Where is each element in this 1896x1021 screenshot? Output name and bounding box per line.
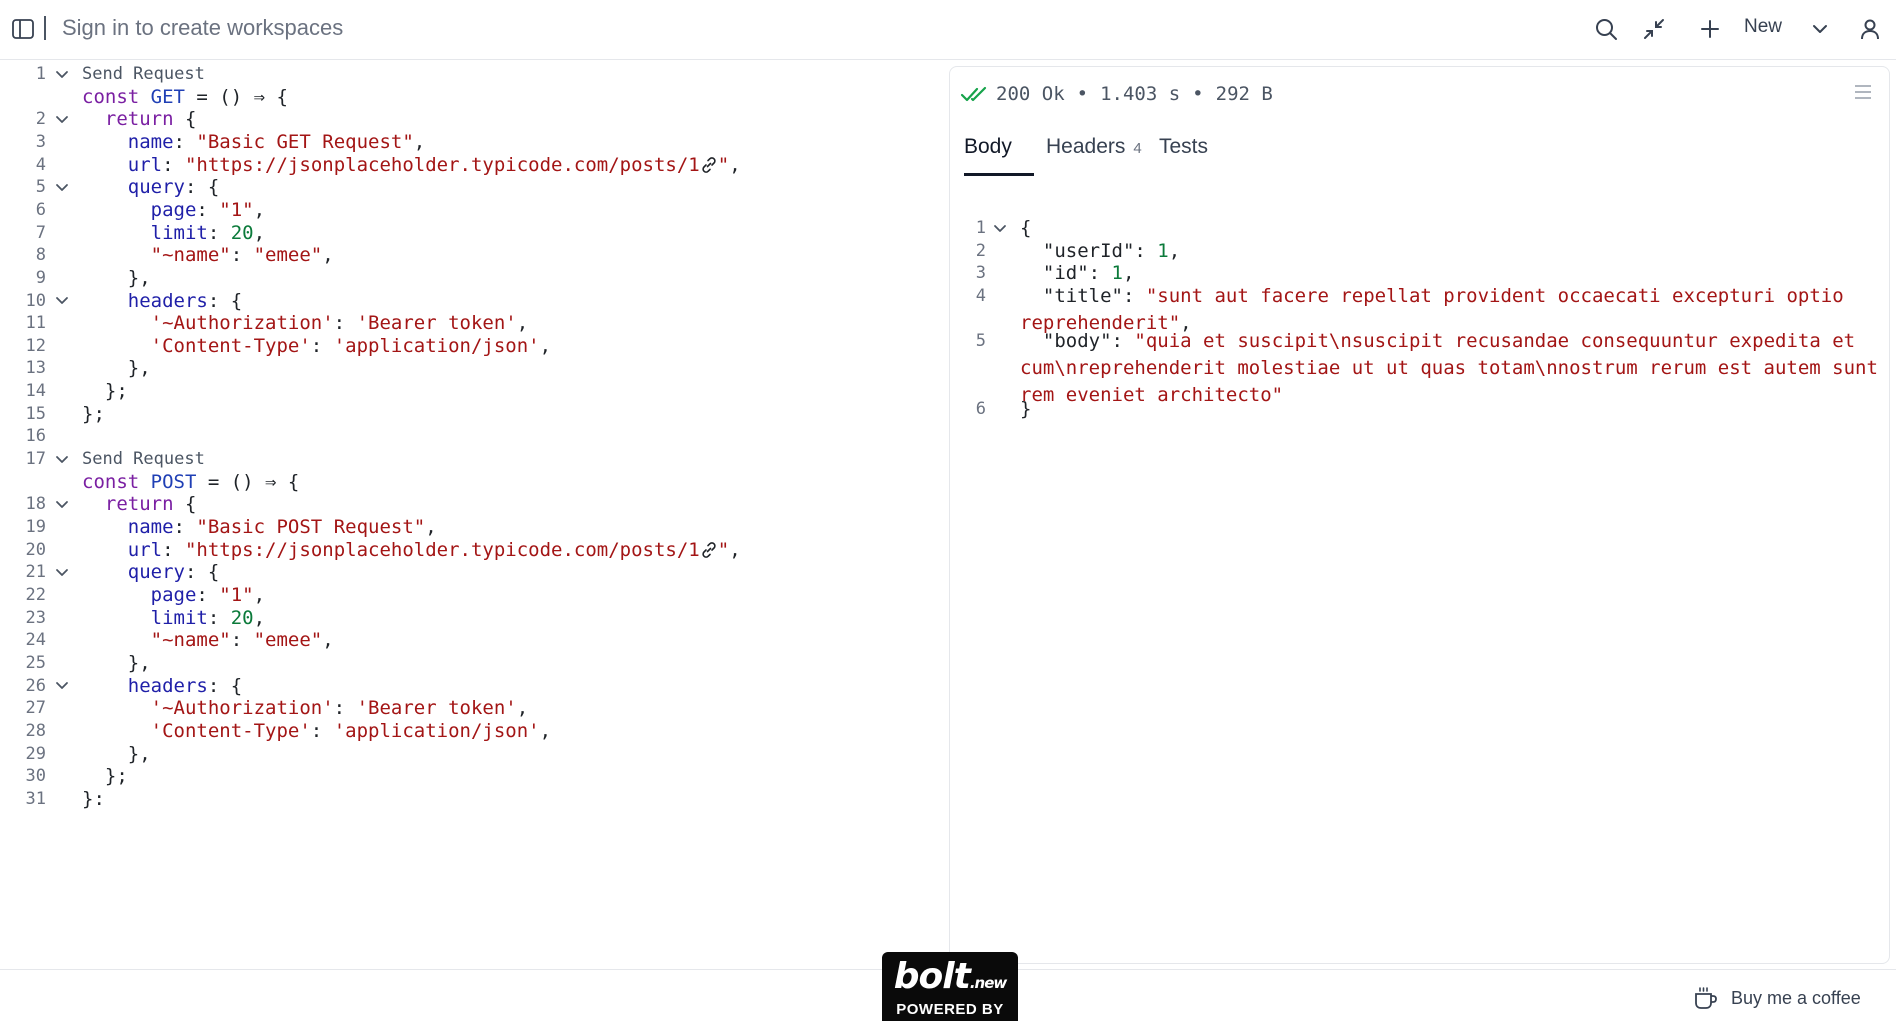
chevron-down-icon[interactable] [1805, 14, 1835, 44]
link-icon[interactable] [700, 541, 718, 559]
tab-headers[interactable]: Headers 4 [1046, 135, 1142, 159]
search-icon[interactable] [1591, 14, 1621, 44]
user-icon[interactable] [1855, 14, 1885, 44]
title-divider [44, 16, 46, 40]
line-number: 4 [975, 285, 986, 306]
powered-by-label: POWERED BY [896, 1001, 1004, 1018]
top-bar: Sign in to create workspaces New [0, 0, 1896, 60]
json-line: 4 "title": "sunt aut facere repellat pro… [950, 283, 1880, 334]
code-line: 31}: [0, 786, 945, 813]
active-tab-indicator [964, 173, 1034, 176]
status-separator: • [1076, 83, 1089, 105]
sidebar-toggle-icon[interactable] [10, 16, 36, 42]
buy-coffee-label: Buy me a coffee [1731, 987, 1861, 1008]
headers-count-badge: 4 [1133, 140, 1142, 157]
bolt-badge[interactable]: bolt.new POWERED BY [882, 952, 1018, 1021]
collapse-icon[interactable] [1639, 14, 1669, 44]
plus-icon[interactable] [1695, 14, 1725, 44]
line-number: 31 [25, 788, 46, 809]
status-code: 200 Ok [996, 83, 1065, 105]
status-separator: • [1192, 83, 1204, 105]
link-icon[interactable] [700, 156, 718, 174]
line-number: 5 [975, 331, 986, 352]
response-size: 292 B [1215, 83, 1273, 105]
coffee-cup-icon [1695, 987, 1717, 1009]
json-line: 5 "body": "quia et suscipit\nsuscipit re… [950, 328, 1880, 406]
menu-icon[interactable] [1853, 83, 1877, 107]
code-text: }: [82, 787, 105, 810]
request-editor[interactable]: 1 Send Request const GET = () ⇒ {2 return … [0, 61, 945, 969]
tab-tests[interactable]: Tests [1159, 135, 1208, 159]
bolt-logo: bolt.new [893, 956, 1007, 997]
response-pane: 200 Ok • 1.403 s • 292 B Body Headers 4 T… [949, 66, 1890, 964]
response-time: 1.403 s [1100, 83, 1181, 105]
workspace-title[interactable]: Sign in to create workspaces [62, 15, 343, 41]
json-line: 6} [950, 396, 1880, 423]
response-status: 200 Ok • 1.403 s • 292 B [960, 79, 1273, 109]
tab-body[interactable]: Body [964, 135, 1012, 159]
new-button[interactable]: New [1744, 16, 1782, 38]
json-brace: } [1020, 398, 1032, 421]
line-number: 6 [975, 399, 986, 420]
double-check-icon [960, 86, 987, 102]
buy-coffee-button[interactable]: Buy me a coffee [1693, 985, 1861, 1011]
